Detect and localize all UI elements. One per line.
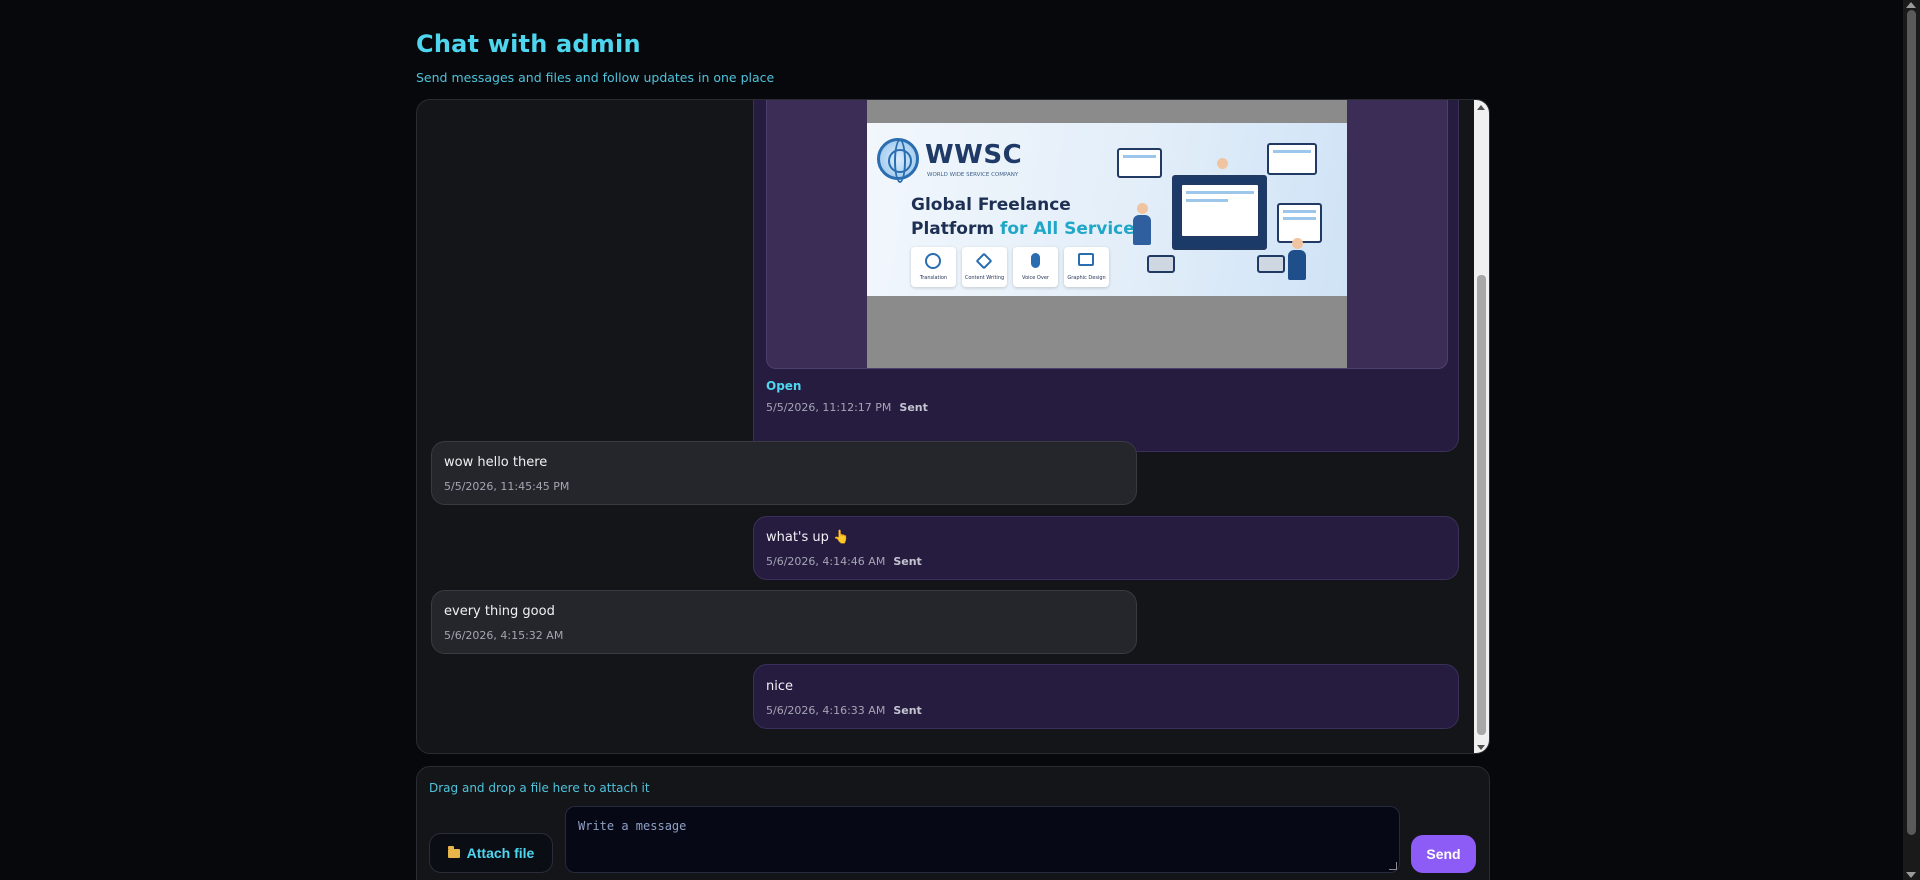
message-timestamp: 5/6/2026, 4:16:33 AM <box>766 704 886 717</box>
message-meta: 5/5/2026, 11:45:45 PM <box>444 480 569 493</box>
person-head-illustration <box>1217 158 1228 169</box>
banner-headline-1: Global Freelance <box>911 195 1071 215</box>
folder-icon <box>447 845 460 858</box>
monitor-illustration <box>1172 175 1267 250</box>
service-card-voice-over: Voice Over <box>1013 247 1058 287</box>
open-attachment-link[interactable]: Open <box>766 379 801 393</box>
page-scrollbar-thumb[interactable] <box>1907 10 1916 835</box>
person-body-illustration <box>1288 250 1306 280</box>
message-timestamp: 5/5/2026, 11:45:45 PM <box>444 480 570 493</box>
service-card-content-writing: Content Writing <box>962 247 1007 287</box>
person-head-illustration <box>1137 203 1148 214</box>
message-bubble-outgoing: what's up 👆 5/6/2026, 4:14:46 AM Sent <box>753 516 1459 580</box>
message-meta: 5/5/2026, 11:12:17 PM Sent <box>766 401 928 414</box>
people-illustration <box>1117 143 1342 288</box>
service-label: Content Writing <box>964 275 1005 281</box>
message-bubble-outgoing: nice 5/6/2026, 4:16:33 AM Sent <box>753 664 1459 729</box>
scroll-down-arrow-icon[interactable] <box>1477 745 1485 750</box>
globe-logo-icon <box>877 138 919 183</box>
message-timestamp: 5/6/2026, 4:15:32 AM <box>444 629 564 642</box>
message-meta: 5/6/2026, 4:16:33 AM Sent <box>766 704 922 717</box>
attachment-preview[interactable]: WWSC WORLD WIDE SERVICE COMPANY Global F… <box>766 100 1448 369</box>
service-label: Graphic Design <box>1067 275 1106 281</box>
message-text: every thing good <box>444 604 555 619</box>
message-bubble-outgoing: WWSC WORLD WIDE SERVICE COMPANY Global F… <box>753 100 1459 452</box>
attach-file-label: Attach file <box>466 845 535 861</box>
message-timestamp: 5/5/2026, 11:12:17 PM <box>766 401 892 414</box>
pen-icon <box>975 252 993 270</box>
message-text: what's up 👆 <box>766 530 850 545</box>
message-list-scrollbar-thumb[interactable] <box>1477 275 1486 735</box>
person-head-illustration <box>1292 238 1303 249</box>
window-card-illustration <box>1267 143 1317 175</box>
page-subtitle: Send messages and files and follow updat… <box>416 70 775 85</box>
page-title: Chat with admin <box>416 30 641 58</box>
screen-illustration <box>1180 183 1260 238</box>
service-label: Translation <box>919 275 948 281</box>
message-text: wow hello there <box>444 455 548 470</box>
banner-headline-2: Platform for All Services <box>911 219 1145 239</box>
message-list-scrollbar[interactable] <box>1474 100 1489 753</box>
message-list[interactable]: WWSC WORLD WIDE SERVICE COMPANY Global F… <box>416 99 1490 754</box>
message-meta: 5/6/2026, 4:14:46 AM Sent <box>766 555 922 568</box>
message-meta: 5/6/2026, 4:15:32 AM <box>444 629 563 642</box>
message-status: Sent <box>893 555 922 568</box>
page-scrollbar[interactable] <box>1903 0 1920 880</box>
attach-file-button[interactable]: Attach file <box>429 833 553 873</box>
message-bubble-incoming: every thing good 5/6/2026, 4:15:32 AM <box>431 590 1137 654</box>
globe-icon <box>925 253 941 269</box>
resize-grip-icon[interactable] <box>1389 862 1397 870</box>
scroll-down-arrow-icon[interactable] <box>1906 872 1916 878</box>
attachment-image[interactable]: WWSC WORLD WIDE SERVICE COMPANY Global F… <box>867 123 1347 296</box>
message-status: Sent <box>899 401 928 414</box>
scroll-up-arrow-icon[interactable] <box>1906 2 1916 8</box>
message-input[interactable] <box>565 806 1400 873</box>
laptop-illustration <box>1257 255 1285 273</box>
banner-logo-subtext: WORLD WIDE SERVICE COMPANY <box>927 172 1019 178</box>
send-button[interactable]: Send <box>1411 835 1476 873</box>
monitor-icon <box>1078 253 1094 266</box>
message-status: Sent <box>893 704 922 717</box>
service-card-graphic-design: Graphic Design <box>1064 247 1109 287</box>
window-card-illustration <box>1277 203 1322 243</box>
window-card-illustration <box>1117 148 1162 178</box>
message-timestamp: 5/6/2026, 4:14:46 AM <box>766 555 886 568</box>
message-composer[interactable]: Drag and drop a file here to attach it A… <box>416 766 1490 880</box>
service-card-translation: Translation <box>911 247 956 287</box>
banner-logo-text: WWSC <box>925 140 1023 170</box>
message-bubble-incoming: wow hello there 5/5/2026, 11:45:45 PM <box>431 441 1137 505</box>
laptop-illustration <box>1147 255 1175 273</box>
person-body-illustration <box>1133 215 1151 245</box>
banner-headline-2a: Platform <box>911 219 1000 239</box>
drop-zone-hint: Drag and drop a file here to attach it <box>429 781 650 795</box>
message-text: nice <box>766 679 793 694</box>
service-label: Voice Over <box>1022 275 1049 281</box>
scroll-up-arrow-icon[interactable] <box>1477 105 1485 110</box>
microphone-icon <box>1031 253 1040 268</box>
